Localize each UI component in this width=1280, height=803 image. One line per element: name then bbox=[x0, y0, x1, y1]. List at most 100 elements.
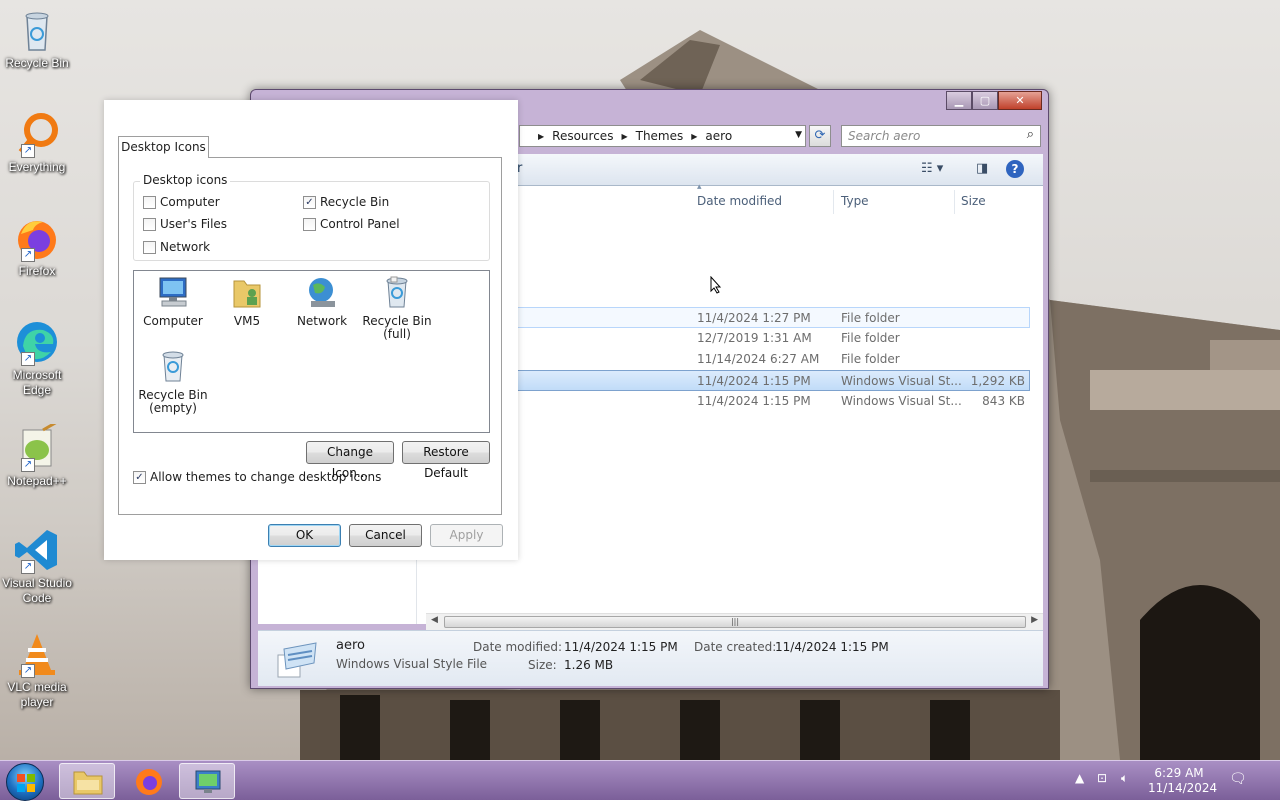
column-divider[interactable] bbox=[833, 190, 834, 214]
icon-item-label: VM5 bbox=[233, 314, 261, 328]
breadcrumb-separator-icon[interactable]: ▶ bbox=[691, 132, 697, 141]
help-icon[interactable]: ? bbox=[1006, 160, 1024, 178]
icon-item-sublabel: (empty) bbox=[149, 401, 197, 415]
icon-item-vm5[interactable]: VM5 bbox=[208, 275, 286, 328]
search-input[interactable]: Search aero ⌕ bbox=[841, 125, 1041, 147]
checkbox-control-panel[interactable]: Control Panel bbox=[303, 217, 400, 231]
change-icon-button[interactable]: Change Icon... bbox=[306, 441, 394, 480]
column-header-type[interactable]: Type bbox=[841, 194, 869, 208]
user-folder-icon bbox=[233, 280, 261, 308]
icon-item-recycle-bin-empty[interactable]: Recycle Bin (empty) bbox=[134, 349, 212, 415]
file-size: 843 KB bbox=[982, 394, 1025, 408]
breadcrumb-item[interactable]: Themes bbox=[636, 129, 684, 143]
restore-default-button[interactable]: Restore Default bbox=[402, 441, 490, 480]
checkbox-box-checked[interactable]: ✓ bbox=[133, 470, 146, 484]
desktop-icon-everything[interactable]: ↗ Everything bbox=[2, 110, 72, 175]
desktop-icon-label: VLC media player bbox=[7, 680, 67, 709]
icon-list[interactable]: Computer VM5 Network Recycle Bin (full) … bbox=[133, 270, 490, 433]
checkbox-box[interactable] bbox=[303, 217, 316, 231]
personalization-icon bbox=[195, 770, 221, 793]
view-options-icon[interactable]: ☷ ▾ bbox=[921, 161, 943, 176]
shortcut-arrow-icon: ↗ bbox=[21, 664, 35, 678]
maximize-button[interactable]: ▢ bbox=[972, 91, 998, 110]
details-size: 1.26 MB bbox=[564, 658, 614, 672]
clock-date: 11/14/2024 bbox=[1148, 781, 1218, 795]
desktop-icon-notepad-plus-plus[interactable]: ↗ Notepad++ bbox=[2, 420, 72, 489]
show-hidden-icons-icon[interactable]: ▲ bbox=[1075, 771, 1084, 785]
taskbar-item-file-explorer[interactable] bbox=[59, 763, 115, 799]
column-header-date-modified[interactable]: Date modified bbox=[697, 194, 782, 208]
details-date-modified: 11/4/2024 1:15 PM bbox=[564, 640, 678, 654]
scrollbar-thumb[interactable]: ||| bbox=[444, 616, 1026, 628]
checkbox-recycle-bin[interactable]: ✓ Recycle Bin bbox=[303, 195, 389, 209]
checkbox-label: Control Panel bbox=[320, 217, 400, 231]
tab-desktop-icons[interactable]: Desktop Icons bbox=[118, 136, 209, 158]
start-button[interactable] bbox=[6, 763, 44, 801]
details-pane: aero Windows Visual Style File Date modi… bbox=[258, 630, 1043, 686]
taskbar-item-personalization[interactable] bbox=[179, 763, 235, 799]
desktop-icon-settings-dialog[interactable]: Desktop Icons Desktop icons Computer ✓ R… bbox=[104, 100, 518, 560]
desktop-icon-recycle-bin[interactable]: Recycle Bin bbox=[2, 6, 72, 71]
column-divider[interactable] bbox=[954, 190, 955, 214]
close-icon: ✕ bbox=[1015, 94, 1025, 107]
details-date-modified-label: Date modified: bbox=[473, 640, 563, 654]
apply-button[interactable]: Apply bbox=[430, 524, 503, 547]
icon-item-recycle-bin-full[interactable]: Recycle Bin (full) bbox=[358, 275, 436, 341]
close-button[interactable]: ✕ bbox=[998, 91, 1042, 110]
recycle-bin-empty-icon bbox=[162, 351, 184, 382]
system-clock[interactable]: 6:29 AM 11/14/2024 bbox=[1148, 766, 1218, 796]
ok-button[interactable]: OK bbox=[268, 524, 341, 547]
breadcrumb-item[interactable]: aero bbox=[705, 129, 732, 143]
file-type: File folder bbox=[841, 331, 900, 345]
details-date-created: 11/4/2024 1:15 PM bbox=[775, 640, 889, 654]
icon-item-computer[interactable]: Computer bbox=[134, 275, 212, 328]
desktop-icon-label: Recycle Bin bbox=[5, 56, 69, 70]
checkbox-box[interactable] bbox=[143, 240, 156, 254]
desktop-icon-vlc[interactable]: ↗ VLC media player bbox=[2, 630, 72, 710]
network-status-icon[interactable]: ⊡ bbox=[1097, 771, 1107, 785]
file-type: File folder bbox=[841, 352, 900, 366]
maximize-icon: ▢ bbox=[979, 94, 991, 107]
chevron-down-icon[interactable]: ▼ bbox=[795, 130, 802, 140]
firefox-icon bbox=[136, 769, 162, 795]
shortcut-arrow-icon: ↗ bbox=[21, 248, 35, 262]
breadcrumb-item[interactable]: Resources bbox=[552, 129, 613, 143]
refresh-button[interactable]: ⟳ bbox=[809, 125, 831, 147]
checkbox-computer[interactable]: Computer bbox=[143, 195, 220, 209]
scroll-left-icon[interactable]: ◀ bbox=[431, 615, 438, 625]
icon-item-sublabel: (full) bbox=[383, 327, 411, 341]
column-header-size[interactable]: Size bbox=[961, 194, 986, 208]
details-date-created-label: Date created: bbox=[694, 640, 777, 654]
cancel-button[interactable]: Cancel bbox=[349, 524, 422, 547]
checkbox-network[interactable]: Network bbox=[143, 240, 210, 254]
action-center-icon[interactable]: 🗨︎ bbox=[1229, 771, 1247, 787]
icon-item-network[interactable]: Network bbox=[283, 275, 361, 328]
details-file-kind: Windows Visual Style File bbox=[336, 657, 488, 671]
preview-pane-icon[interactable]: ◨ bbox=[976, 161, 988, 176]
details-file-name: aero bbox=[336, 638, 365, 653]
horizontal-scrollbar[interactable]: ◀ ||| ▶ bbox=[426, 613, 1043, 630]
checkbox-users-files[interactable]: User's Files bbox=[143, 217, 227, 231]
minimize-button[interactable]: ▁ bbox=[946, 91, 972, 110]
checkbox-box-checked[interactable]: ✓ bbox=[303, 195, 316, 209]
checkbox-label: Allow themes to change desktop icons bbox=[150, 470, 382, 484]
taskbar-item-firefox[interactable] bbox=[120, 763, 176, 799]
breadcrumb-separator-icon[interactable]: ▶ bbox=[621, 132, 627, 141]
file-date: 11/4/2024 1:15 PM bbox=[697, 374, 811, 388]
desktop-icon-edge[interactable]: ↗ Microsoft Edge bbox=[2, 318, 72, 398]
scroll-right-icon[interactable]: ▶ bbox=[1031, 615, 1038, 625]
checkbox-box[interactable] bbox=[143, 217, 156, 231]
refresh-icon: ⟳ bbox=[814, 128, 826, 143]
checkbox-box[interactable] bbox=[143, 195, 156, 209]
clock-time: 6:29 AM bbox=[1154, 766, 1204, 780]
desktop-icon-vscode[interactable]: ↗ Visual Studio Code bbox=[2, 526, 72, 606]
visual-style-file-icon bbox=[277, 642, 317, 678]
volume-muted-icon[interactable]: 🔈︎ bbox=[1121, 771, 1128, 786]
search-placeholder: Search aero bbox=[848, 129, 921, 143]
desktop-icon-firefox[interactable]: ↗ Firefox bbox=[2, 214, 72, 279]
address-bar[interactable]: ▶ Resources ▶ Themes ▶ aero ▼ bbox=[519, 125, 806, 147]
file-date: 11/4/2024 1:27 PM bbox=[697, 311, 811, 325]
search-icon[interactable]: ⌕ bbox=[1027, 127, 1034, 142]
checkbox-allow-themes[interactable]: ✓ Allow themes to change desktop icons bbox=[133, 470, 381, 484]
checkbox-label: Computer bbox=[160, 195, 220, 209]
